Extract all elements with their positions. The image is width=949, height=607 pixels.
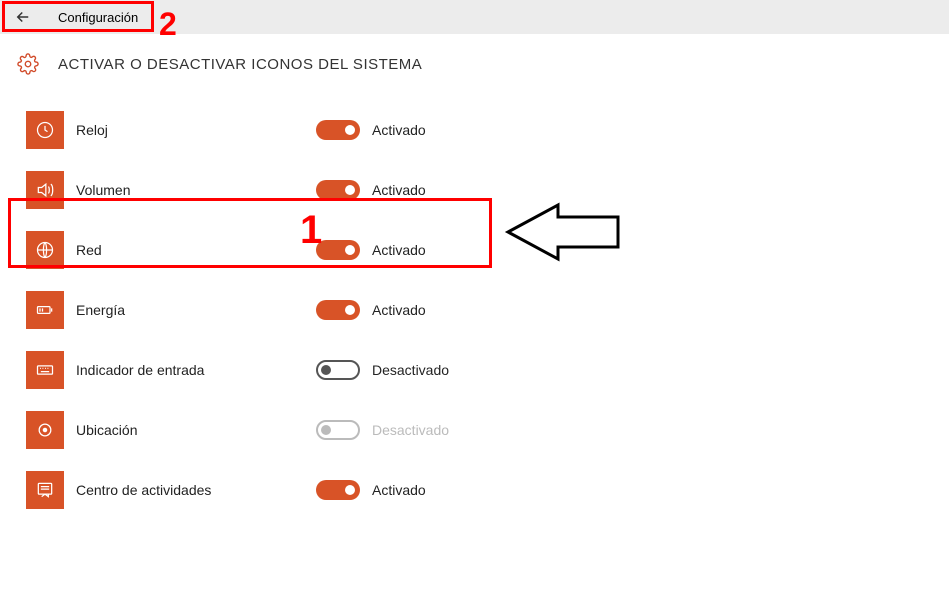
battery-icon <box>26 291 64 329</box>
setting-label: Centro de actividades <box>76 482 316 498</box>
setting-row-reloj: Reloj Activado <box>26 100 949 160</box>
toggle-red[interactable] <box>316 240 360 260</box>
location-icon <box>26 411 64 449</box>
setting-label: Indicador de entrada <box>76 362 316 378</box>
page-title-row: ACTIVAR O DESACTIVAR ICONOS DEL SISTEMA <box>0 34 949 86</box>
toggle-ubicacion <box>316 420 360 440</box>
toggle-indicador[interactable] <box>316 360 360 380</box>
toggle-actividades[interactable] <box>316 480 360 500</box>
toggle-state-text: Activado <box>372 182 426 198</box>
toggle-state-text: Activado <box>372 302 426 318</box>
back-button[interactable] <box>8 3 38 31</box>
setting-row-volumen: Volumen Activado <box>26 160 949 220</box>
setting-row-energia: Energía Activado <box>26 280 949 340</box>
header-bar: Configuración <box>0 0 949 34</box>
page-title: ACTIVAR O DESACTIVAR ICONOS DEL SISTEMA <box>58 56 422 73</box>
setting-row-red: Red Activado <box>26 220 949 280</box>
setting-row-ubicacion: Ubicación Desactivado <box>26 400 949 460</box>
toggle-state-text: Activado <box>372 482 426 498</box>
keyboard-icon <box>26 351 64 389</box>
setting-label: Energía <box>76 302 316 318</box>
setting-label: Reloj <box>76 122 316 138</box>
toggle-energia[interactable] <box>316 300 360 320</box>
setting-label: Red <box>76 242 316 258</box>
settings-list: Reloj Activado Volumen Activado Red Acti… <box>0 86 949 520</box>
setting-label: Volumen <box>76 182 316 198</box>
toggle-volumen[interactable] <box>316 180 360 200</box>
toggle-state-text: Desactivado <box>372 362 449 378</box>
gear-icon <box>16 52 40 76</box>
toggle-state-text: Activado <box>372 242 426 258</box>
action-center-icon <box>26 471 64 509</box>
setting-label: Ubicación <box>76 422 316 438</box>
network-icon <box>26 231 64 269</box>
toggle-state-text: Desactivado <box>372 422 449 438</box>
clock-icon <box>26 111 64 149</box>
back-arrow-icon <box>14 8 32 26</box>
volume-icon <box>26 171 64 209</box>
header-title: Configuración <box>58 10 138 25</box>
toggle-reloj[interactable] <box>316 120 360 140</box>
setting-row-actividades: Centro de actividades Activado <box>26 460 949 520</box>
toggle-state-text: Activado <box>372 122 426 138</box>
setting-row-indicador: Indicador de entrada Desactivado <box>26 340 949 400</box>
